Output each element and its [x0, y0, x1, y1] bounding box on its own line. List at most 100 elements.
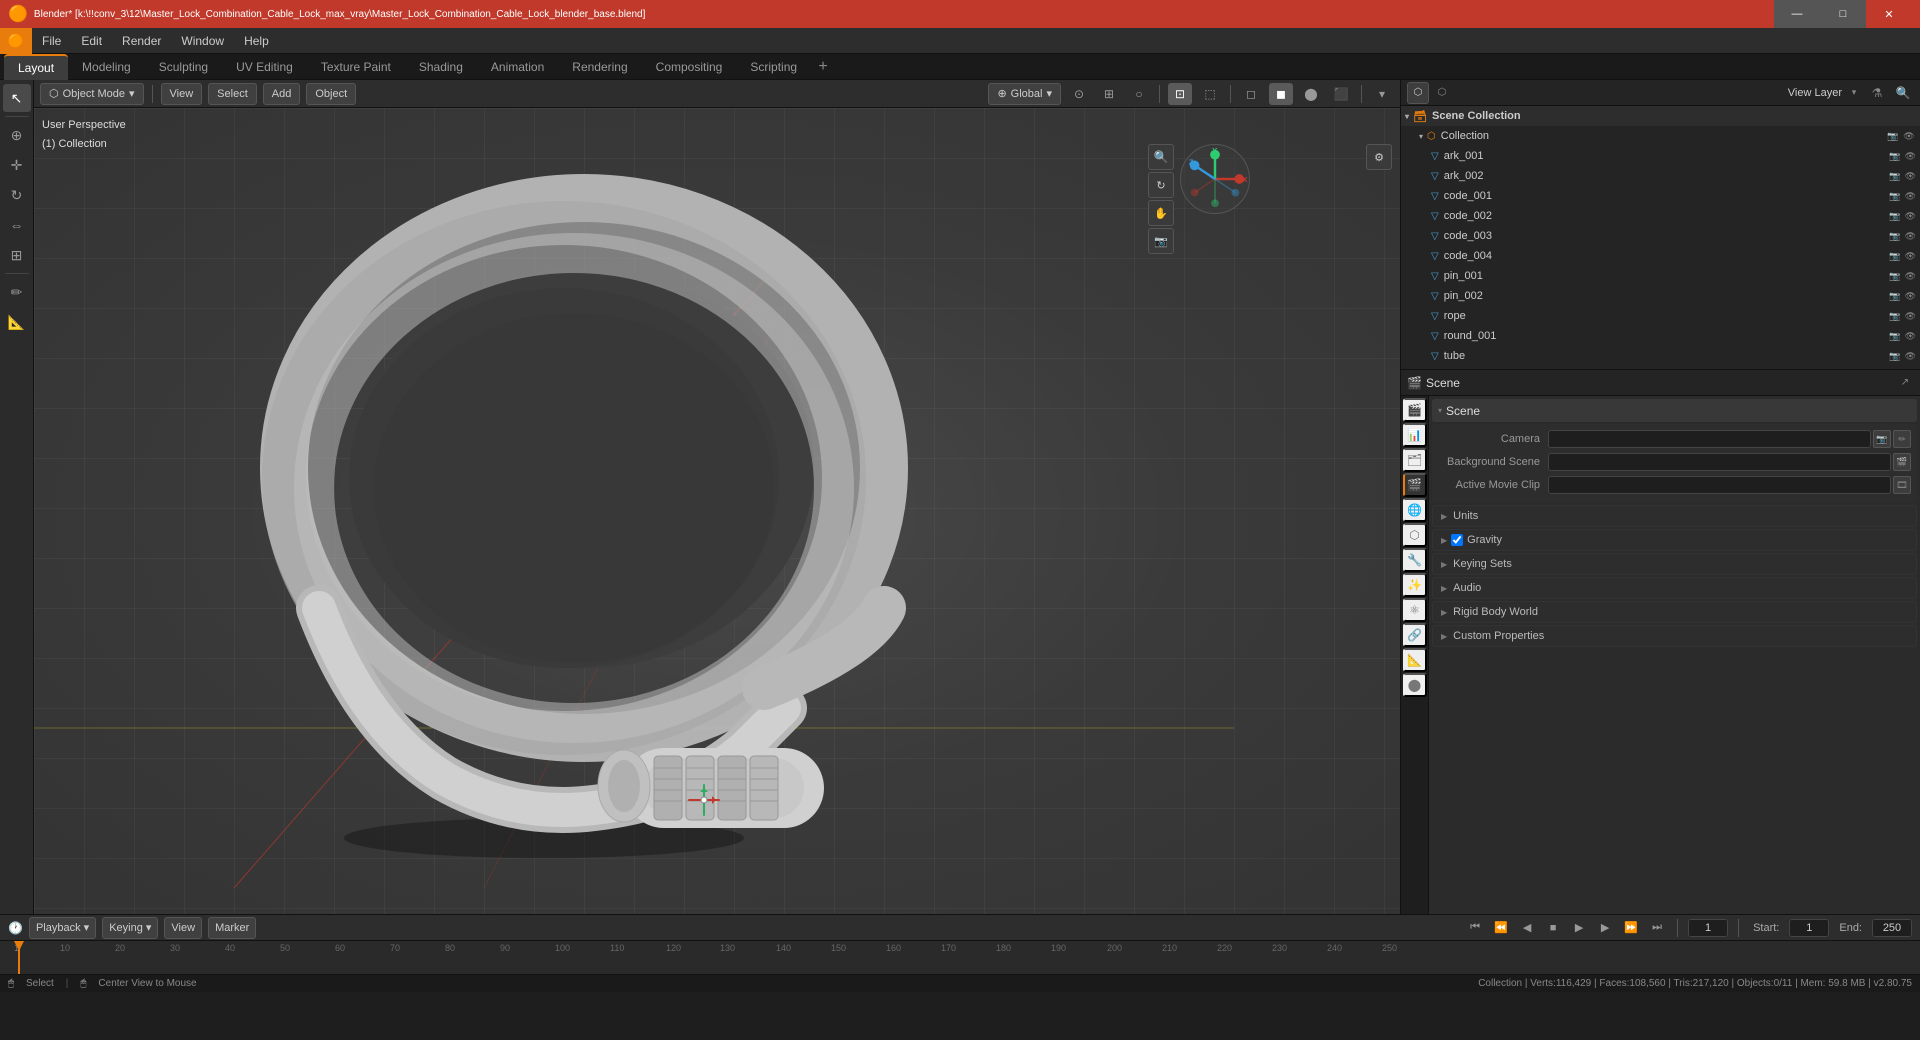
prop-tab-scene[interactable]: 🎬 [1403, 473, 1427, 497]
skip-end-btn[interactable]: ⏭ [1647, 918, 1667, 938]
outliner-item-code004[interactable]: ▽ code_004 📷 👁 [1401, 246, 1920, 266]
next-keyframe-btn[interactable]: ▶ [1595, 918, 1615, 938]
start-frame-input[interactable] [1789, 919, 1829, 937]
view-layer-dropdown[interactable]: ▾ [1846, 85, 1862, 101]
item-restrict-view[interactable]: 👁 [1902, 131, 1916, 142]
outliner-scene-collection[interactable]: ▾ 🗃 Scene Collection [1401, 106, 1920, 126]
view-tl-btn[interactable]: View [164, 917, 202, 939]
viewport-canvas[interactable]: User Perspective (1) Collection [34, 108, 1400, 914]
prop-tab-constraints[interactable]: 🔗 [1403, 623, 1427, 647]
next-frame-btn[interactable]: ⏩ [1621, 918, 1641, 938]
prop-tab-particles[interactable]: ✨ [1403, 573, 1427, 597]
viewport-wireframe-btn[interactable]: ◻ [1239, 83, 1263, 105]
minimize-button[interactable]: — [1774, 0, 1820, 28]
tab-sculpting[interactable]: Sculpting [145, 54, 222, 80]
item-restrict-r11[interactable]: 📷 [1889, 351, 1900, 362]
prop-tab-render[interactable]: 🎬 [1403, 398, 1427, 422]
prop-tab-modifier[interactable]: 🔧 [1403, 548, 1427, 572]
viewport-snap-btn[interactable]: ⊞ [1097, 83, 1121, 105]
outliner-item-code003[interactable]: ▽ code_003 📷 👁 [1401, 226, 1920, 246]
pan-btn[interactable]: ✋ [1148, 200, 1174, 226]
skip-start-btn[interactable]: ⏮ [1465, 918, 1485, 938]
item-restrict-v7[interactable]: 👁 [1905, 271, 1916, 282]
prop-tab-data[interactable]: 📐 [1403, 648, 1427, 672]
outliner-icon-1[interactable]: ⬡ [1407, 82, 1429, 104]
transform-tool-button[interactable]: ⊞ [3, 241, 31, 269]
outliner-item-pin001[interactable]: ▽ pin_001 📷 👁 [1401, 266, 1920, 286]
item-restrict-v8[interactable]: 👁 [1905, 291, 1916, 302]
item-restrict-r8[interactable]: 📷 [1889, 291, 1900, 302]
prev-frame-btn[interactable]: ⏪ [1491, 918, 1511, 938]
prop-tab-world[interactable]: 🌐 [1403, 498, 1427, 522]
annotate-tool-button[interactable]: ✏ [3, 278, 31, 306]
menu-edit[interactable]: Edit [71, 28, 112, 54]
item-restrict-r3[interactable]: 📷 [1889, 191, 1900, 202]
current-frame-input[interactable] [1688, 919, 1728, 937]
tab-shading[interactable]: Shading [405, 54, 477, 80]
stop-btn[interactable]: ■ [1543, 918, 1563, 938]
tab-texture-paint[interactable]: Texture Paint [307, 54, 405, 80]
outliner-item-code002[interactable]: ▽ code_002 📷 👁 [1401, 206, 1920, 226]
gravity-section[interactable]: ▶ Gravity [1432, 529, 1917, 551]
properties-expand-btn[interactable]: ↗ [1896, 374, 1914, 392]
camera-view-btn[interactable]: 📷 [1148, 228, 1174, 254]
prop-tab-viewlayer[interactable]: 🗂 [1403, 448, 1427, 472]
timeline-scrubber[interactable]: 1 10 20 30 40 50 60 70 80 90 100 110 120… [0, 941, 1920, 974]
item-restrict-r10[interactable]: 📷 [1889, 331, 1900, 342]
outliner-item-round001[interactable]: ▽ round_001 📷 👁 [1401, 326, 1920, 346]
prop-tab-material[interactable]: ⬤ [1403, 673, 1427, 697]
marker-btn[interactable]: Marker [208, 917, 256, 939]
audio-section[interactable]: ▶ Audio [1432, 577, 1917, 599]
gizmo-circle[interactable]: X Y Z [1180, 144, 1250, 214]
item-restrict-r2[interactable]: 📷 [1889, 171, 1900, 182]
camera-new-btn[interactable]: ✏ [1893, 430, 1911, 448]
item-restrict-v10[interactable]: 👁 [1905, 331, 1916, 342]
custom-props-section[interactable]: ▶ Custom Properties [1432, 625, 1917, 647]
tab-compositing[interactable]: Compositing [642, 54, 737, 80]
item-restrict-v11[interactable]: 👁 [1905, 351, 1916, 362]
outliner-search-btn[interactable]: 🔍 [1892, 82, 1914, 104]
prev-keyframe-btn[interactable]: ◀ [1517, 918, 1537, 938]
prop-tab-physics[interactable]: ⚛ [1403, 598, 1427, 622]
menu-render[interactable]: Render [112, 28, 171, 54]
item-restrict-r5[interactable]: 📷 [1889, 231, 1900, 242]
outliner-item-rope[interactable]: ▽ rope 📷 👁 [1401, 306, 1920, 326]
menu-file[interactable]: File [32, 28, 71, 54]
cursor-tool-button[interactable]: ⊕ [3, 121, 31, 149]
item-restrict-r7[interactable]: 📷 [1889, 271, 1900, 282]
camera-browse-btn[interactable]: 📷 [1873, 430, 1891, 448]
outliner-item-collection[interactable]: ▾ ⬡ Collection 📷 👁 [1401, 126, 1920, 146]
movie-clip-field[interactable] [1548, 476, 1891, 494]
keying-sets-section[interactable]: ▶ Keying Sets [1432, 553, 1917, 575]
viewport-render-btn[interactable]: ⬛ [1329, 83, 1353, 105]
rigid-body-section[interactable]: ▶ Rigid Body World [1432, 601, 1917, 623]
outliner-filter-btn[interactable]: ⚗ [1866, 82, 1888, 104]
item-restrict-r9[interactable]: 📷 [1889, 311, 1900, 322]
outliner-item-ark002[interactable]: ▽ ark_002 📷 👁 [1401, 166, 1920, 186]
gizmo-widget[interactable]: X Y Z 🔍 ↻ ✋ 📷 [1180, 144, 1260, 224]
item-restrict-r6[interactable]: 📷 [1889, 251, 1900, 262]
viewport-xray-toggle[interactable]: ⬚ [1198, 83, 1222, 105]
prop-tab-output[interactable]: 📊 [1403, 423, 1427, 447]
rotate-tool-button[interactable]: ↻ [3, 181, 31, 209]
measure-tool-button[interactable]: 📐 [3, 308, 31, 336]
item-restrict-v1[interactable]: 👁 [1905, 151, 1916, 162]
rotate-view-btn[interactable]: ↻ [1148, 172, 1174, 198]
camera-field[interactable] [1548, 430, 1871, 448]
item-restrict-r4[interactable]: 📷 [1889, 211, 1900, 222]
item-restrict-v5[interactable]: 👁 [1905, 231, 1916, 242]
add-workspace-button[interactable]: + [811, 55, 835, 79]
scale-tool-button[interactable]: ⇔ [3, 211, 31, 239]
playback-btn[interactable]: Playback ▾ [29, 917, 96, 939]
outliner-item-tube[interactable]: ▽ tube 📷 👁 [1401, 346, 1920, 366]
move-tool-button[interactable]: ✛ [3, 151, 31, 179]
zoom-btn[interactable]: 🔍 [1148, 144, 1174, 170]
item-restrict-v9[interactable]: 👁 [1905, 311, 1916, 322]
item-restrict-v4[interactable]: 👁 [1905, 211, 1916, 222]
item-restrict-v2[interactable]: 👁 [1905, 171, 1916, 182]
select-menu[interactable]: Select [208, 83, 257, 105]
scene-section-header[interactable]: ▾ Scene [1432, 399, 1917, 423]
viewport-global-transform[interactable]: ⊕ Global ▾ [988, 83, 1061, 105]
tab-layout[interactable]: Layout [4, 54, 68, 80]
item-restrict-render[interactable]: 📷 [1886, 131, 1900, 142]
